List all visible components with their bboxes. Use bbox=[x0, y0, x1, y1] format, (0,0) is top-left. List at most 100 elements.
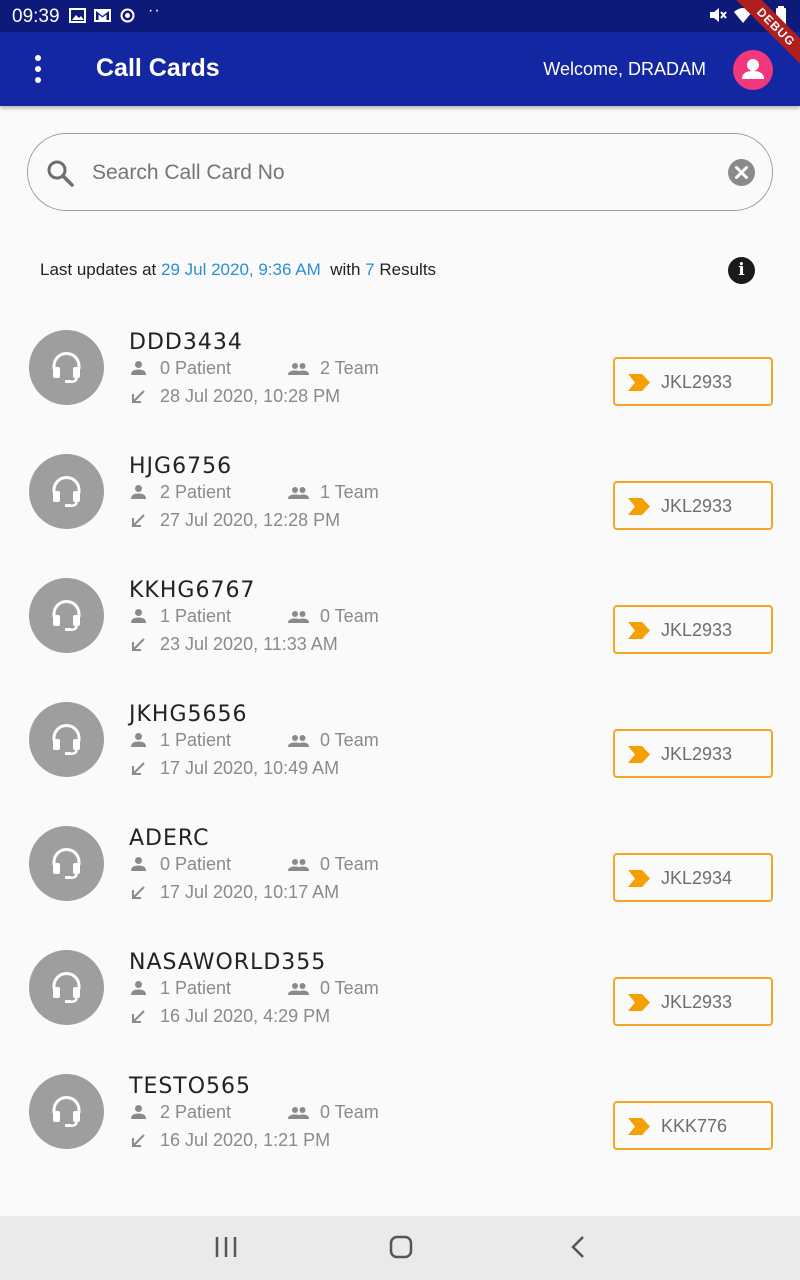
gallery-icon bbox=[69, 8, 86, 23]
person-icon bbox=[131, 361, 146, 375]
patient-count: 0 Patient bbox=[160, 358, 232, 378]
headset-icon bbox=[29, 702, 104, 777]
call-date: 17 Jul 2020, 10:49 AM bbox=[160, 758, 340, 778]
call-card-number: NASAWORLD355 bbox=[129, 950, 327, 975]
headset-icon bbox=[29, 578, 104, 653]
team-count: 1 Team bbox=[320, 482, 379, 502]
call-received-icon bbox=[132, 886, 145, 899]
assigned-tag[interactable]: JKL2933 bbox=[613, 357, 773, 406]
sync-icon bbox=[120, 8, 135, 23]
label-arrow-icon bbox=[628, 622, 650, 639]
label-arrow-icon bbox=[628, 994, 650, 1011]
label-arrow-icon bbox=[628, 746, 650, 763]
person-icon bbox=[131, 981, 146, 995]
person-icon bbox=[131, 1105, 146, 1119]
tag-label: JKL2933 bbox=[661, 372, 733, 392]
team-count: 0 Team bbox=[320, 854, 379, 874]
headset-icon bbox=[29, 1074, 104, 1149]
search-input[interactable] bbox=[92, 156, 692, 190]
assigned-tag[interactable]: JKL2933 bbox=[613, 729, 773, 778]
status-more-dots: ·· bbox=[148, 2, 161, 19]
call-received-icon bbox=[132, 762, 145, 775]
people-icon bbox=[288, 859, 309, 871]
assigned-tag[interactable]: JKL2934 bbox=[613, 853, 773, 902]
person-icon bbox=[131, 609, 146, 623]
call-received-icon bbox=[132, 390, 145, 403]
gmail-icon bbox=[94, 9, 111, 22]
call-received-icon bbox=[132, 1134, 145, 1147]
search-icon bbox=[47, 160, 74, 187]
patient-count: 0 Patient bbox=[160, 854, 232, 874]
tag-label: JKL2934 bbox=[661, 868, 733, 888]
label-arrow-icon bbox=[628, 1118, 650, 1135]
headset-icon bbox=[29, 330, 104, 405]
last-update-line: Last updates at 29 Jul 2020, 9:36 AM wit… bbox=[40, 260, 436, 280]
tag-label: KKK776 bbox=[661, 1116, 728, 1136]
tag-label: JKL2933 bbox=[661, 620, 733, 640]
tag-label: JKL2933 bbox=[661, 744, 733, 764]
tag-label: JKL2933 bbox=[661, 496, 733, 516]
team-count: 0 Team bbox=[320, 978, 379, 998]
last-update-prefix: Last updates at bbox=[40, 260, 157, 279]
call-card-row[interactable]: JKHG5656 1 Patient 0 Team 17 Jul 2020, 1… bbox=[0, 690, 800, 808]
person-icon bbox=[131, 857, 146, 871]
call-card-row[interactable]: DDD3434 0 Patient 2 Team 28 Jul 2020, 10… bbox=[0, 318, 800, 436]
people-icon bbox=[288, 487, 309, 499]
call-date: 16 Jul 2020, 4:29 PM bbox=[160, 1006, 331, 1026]
label-arrow-icon bbox=[628, 374, 650, 391]
assigned-tag[interactable]: JKL2933 bbox=[613, 977, 773, 1026]
patient-count: 2 Patient bbox=[160, 1102, 232, 1122]
team-count: 0 Team bbox=[320, 730, 379, 750]
call-card-row[interactable]: KKHG6767 1 Patient 0 Team 23 Jul 2020, 1… bbox=[0, 566, 800, 684]
search-bar bbox=[27, 133, 773, 211]
more-vert-icon[interactable] bbox=[24, 50, 52, 88]
profile-avatar[interactable] bbox=[733, 50, 773, 90]
people-icon bbox=[288, 735, 309, 747]
call-card-row[interactable]: ADERC 0 Patient 0 Team 17 Jul 2020, 10:1… bbox=[0, 814, 800, 932]
headset-icon bbox=[29, 826, 104, 901]
call-card-row[interactable]: NASAWORLD355 1 Patient 0 Team 16 Jul 202… bbox=[0, 938, 800, 1056]
label-arrow-icon bbox=[628, 498, 650, 515]
call-card-row[interactable]: HJG6756 2 Patient 1 Team 27 Jul 2020, 12… bbox=[0, 442, 800, 560]
home-icon[interactable] bbox=[389, 1234, 413, 1260]
app-bar: Call Cards Welcome, DRADAM bbox=[0, 32, 800, 106]
recent-apps-icon[interactable] bbox=[214, 1234, 238, 1260]
call-received-icon bbox=[132, 638, 145, 651]
info-icon[interactable]: i bbox=[728, 257, 755, 284]
call-card-number: TESTO565 bbox=[129, 1074, 252, 1099]
people-icon bbox=[288, 1107, 309, 1119]
people-icon bbox=[288, 983, 309, 995]
call-card-number: ADERC bbox=[129, 826, 210, 851]
call-date: 28 Jul 2020, 10:28 PM bbox=[160, 386, 341, 406]
headset-icon bbox=[29, 454, 104, 529]
assigned-tag[interactable]: JKL2933 bbox=[613, 481, 773, 530]
cancel-icon[interactable] bbox=[728, 159, 755, 186]
mute-icon bbox=[710, 8, 727, 22]
system-nav-bar bbox=[0, 1216, 800, 1280]
status-time: 09:39 bbox=[12, 6, 60, 27]
call-date: 23 Jul 2020, 11:33 AM bbox=[160, 634, 338, 654]
person-icon bbox=[131, 485, 146, 499]
people-icon bbox=[288, 611, 309, 623]
result-suffix: Results bbox=[379, 260, 437, 279]
person-icon bbox=[742, 59, 764, 79]
assigned-tag[interactable]: KKK776 bbox=[613, 1101, 773, 1150]
call-received-icon bbox=[132, 514, 145, 527]
headset-icon bbox=[29, 950, 104, 1025]
back-icon[interactable] bbox=[566, 1234, 590, 1260]
call-card-row[interactable]: TESTO565 2 Patient 0 Team 16 Jul 2020, 1… bbox=[0, 1062, 800, 1180]
patient-count: 1 Patient bbox=[160, 978, 232, 998]
call-date: 27 Jul 2020, 12:28 PM bbox=[160, 510, 341, 530]
call-card-number: HJG6756 bbox=[129, 454, 233, 479]
last-update-with: with bbox=[330, 260, 361, 279]
team-count: 0 Team bbox=[320, 606, 379, 626]
person-icon bbox=[131, 733, 146, 747]
page-title: Call Cards bbox=[96, 54, 220, 82]
status-bar: 09:39 ·· bbox=[0, 0, 800, 32]
call-card-number: KKHG6767 bbox=[129, 578, 256, 603]
call-card-number: DDD3434 bbox=[129, 330, 243, 355]
assigned-tag[interactable]: JKL2933 bbox=[613, 605, 773, 654]
people-icon bbox=[288, 363, 309, 375]
result-count: 7 bbox=[365, 260, 375, 279]
call-date: 16 Jul 2020, 1:21 PM bbox=[160, 1130, 331, 1150]
